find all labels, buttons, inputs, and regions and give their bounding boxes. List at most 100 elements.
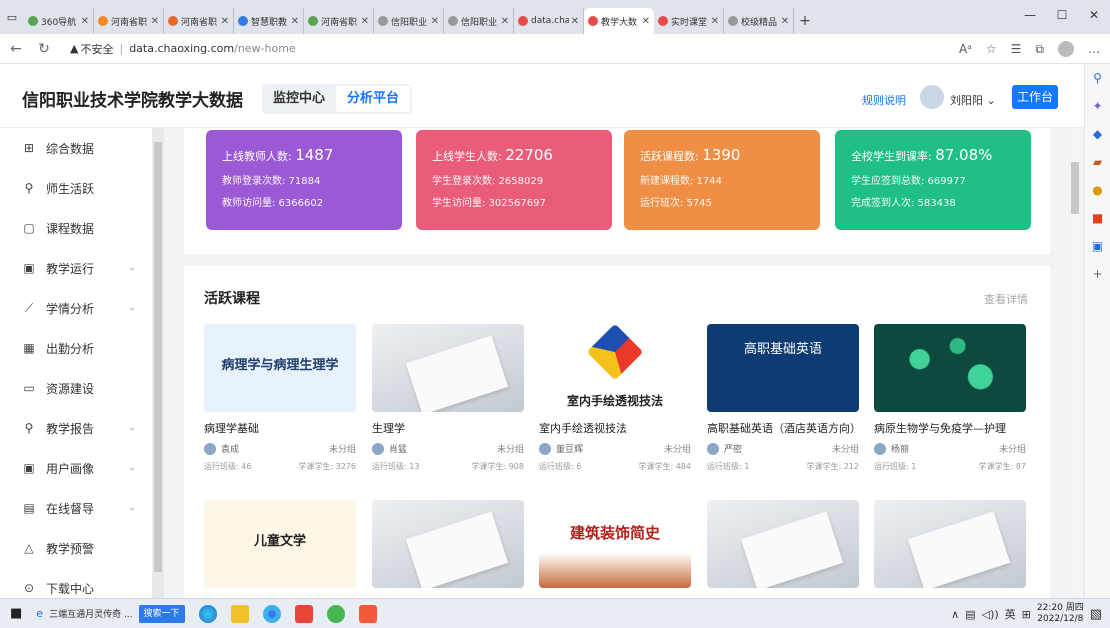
clock[interactable]: 22:20 周四 2022/12/8 bbox=[1037, 603, 1084, 625]
main-scroll-thumb[interactable] bbox=[1071, 162, 1079, 214]
tab-close-icon[interactable]: ✕ bbox=[431, 16, 439, 27]
file-explorer-icon[interactable] bbox=[230, 604, 249, 623]
tab-close-icon[interactable]: ✕ bbox=[501, 16, 509, 27]
sidebar-item[interactable]: ▦ 出勤分析 bbox=[0, 328, 152, 368]
search-icon[interactable]: ⚲ bbox=[1085, 64, 1110, 92]
course-card[interactable]: 室内手绘透视技法 室内手绘透视技法 董豆辉 未分组 运行班级: 6 学课学生: 484 bbox=[539, 324, 691, 472]
window-menu-icon[interactable]: ▭ bbox=[0, 0, 24, 34]
search-button[interactable]: 搜索一下 bbox=[138, 604, 185, 623]
favorite-icon[interactable]: ☆ bbox=[986, 42, 997, 56]
course-thumbnail[interactable] bbox=[874, 324, 1026, 412]
course-card[interactable] bbox=[707, 500, 859, 588]
tab-close-icon[interactable]: ✕ bbox=[81, 16, 89, 27]
app-icon[interactable] bbox=[358, 604, 377, 623]
tab-close-icon[interactable]: ✕ bbox=[642, 16, 650, 27]
user-menu[interactable]: 刘阳阳 ⌄ bbox=[950, 92, 996, 108]
volume-icon[interactable]: ◁)) bbox=[982, 608, 999, 621]
network-icon[interactable]: ▤ bbox=[965, 608, 975, 621]
keyboard-icon[interactable]: ⊞ bbox=[1022, 608, 1031, 621]
course-thumbnail[interactable]: 儿童文学 bbox=[204, 500, 356, 588]
sidebar-scroll-thumb[interactable] bbox=[154, 142, 162, 572]
sidebar-scrollbar[interactable] bbox=[152, 128, 164, 598]
workbench-button[interactable]: 工作台 bbox=[1012, 85, 1058, 109]
course-card[interactable]: 建筑装饰简史 bbox=[539, 500, 691, 588]
tab-close-icon[interactable]: ✕ bbox=[291, 16, 299, 27]
course-thumbnail[interactable] bbox=[372, 324, 524, 412]
edge-icon[interactable] bbox=[198, 604, 217, 623]
browser-tab[interactable]: 信阳职业 ✕ bbox=[374, 8, 444, 34]
course-thumbnail[interactable]: 病理学与病理生理学 bbox=[204, 324, 356, 412]
course-name[interactable]: 室内手绘透视技法 bbox=[539, 420, 691, 436]
notification-icon[interactable]: ▧ bbox=[1090, 607, 1102, 622]
sidebar-item[interactable]: △ 教学预警 bbox=[0, 528, 152, 568]
browser-tab[interactable]: 河南省职 ✕ bbox=[304, 8, 374, 34]
course-card[interactable]: 病原生物学与免疫学—护理 杨丽 未分组 运行班级: 1 学课学生: 87 bbox=[874, 324, 1026, 472]
taskbar-window-label[interactable]: 三端互通月灵传奇 ... bbox=[49, 603, 132, 625]
refresh-icon[interactable]: ↻ bbox=[32, 37, 56, 61]
view-details-link[interactable]: 查看详情 bbox=[984, 291, 1028, 307]
browser-tab[interactable]: 实时课堂 ✕ bbox=[654, 8, 724, 34]
course-card[interactable]: 儿童文学 bbox=[204, 500, 356, 588]
main-scrollbar[interactable] bbox=[1068, 128, 1082, 598]
course-name[interactable]: 病理学基础 bbox=[204, 420, 356, 436]
office-icon[interactable]: ■ bbox=[1085, 204, 1110, 232]
back-icon[interactable]: ← bbox=[4, 37, 28, 61]
tab-analysis-platform[interactable]: 分析平台 bbox=[336, 86, 410, 112]
course-thumbnail[interactable] bbox=[372, 500, 524, 588]
minimize-button[interactable]: — bbox=[1014, 0, 1046, 30]
rules-link[interactable]: 规则说明 bbox=[862, 92, 906, 108]
outlook-icon[interactable]: ▣ bbox=[1085, 232, 1110, 260]
course-name[interactable]: 生理学 bbox=[372, 420, 524, 436]
warning-icon[interactable]: ▲ bbox=[70, 42, 78, 55]
course-thumbnail[interactable] bbox=[707, 500, 859, 588]
read-aloud-icon[interactable]: Aᵃ bbox=[959, 42, 972, 56]
sidebar-item[interactable]: ▣ 教学运行 ⌄ bbox=[0, 248, 152, 288]
sidebar-item[interactable]: ⊙ 下载中心 bbox=[0, 568, 152, 598]
new-tab-button[interactable]: + bbox=[794, 8, 816, 34]
language-indicator[interactable]: 英 bbox=[1005, 606, 1016, 622]
tab-close-icon[interactable]: ✕ bbox=[711, 16, 719, 27]
ie-icon[interactable]: e bbox=[36, 603, 43, 625]
sidebar-item[interactable]: ⚲ 教学报告 ⌄ bbox=[0, 408, 152, 448]
browser-tab[interactable]: 360导航 ✕ bbox=[24, 8, 94, 34]
course-name[interactable]: 病原生物学与免疫学—护理 bbox=[874, 420, 1026, 436]
course-thumbnail[interactable] bbox=[874, 500, 1026, 588]
course-thumbnail[interactable]: 室内手绘透视技法 bbox=[539, 324, 691, 412]
tab-monitor-center[interactable]: 监控中心 bbox=[262, 86, 336, 112]
copilot-icon[interactable]: ✦ bbox=[1085, 92, 1110, 120]
course-thumbnail[interactable]: 建筑装饰简史 bbox=[539, 500, 691, 588]
tools-icon[interactable]: ▰ bbox=[1085, 148, 1110, 176]
wechat-icon[interactable] bbox=[326, 604, 345, 623]
close-button[interactable]: ✕ bbox=[1078, 0, 1110, 30]
course-card[interactable]: 生理学 肖猛 未分组 运行班级: 13 学课学生: 908 bbox=[372, 324, 524, 472]
wps-icon[interactable] bbox=[294, 604, 313, 623]
sidebar-item[interactable]: ▤ 在线督导 ⌄ bbox=[0, 488, 152, 528]
course-card[interactable]: 高职基础英语 高职基础英语（酒店英语方向） 严密 未分组 运行班级: 1 学课学生: 21… bbox=[707, 324, 859, 472]
tab-close-icon[interactable]: ✕ bbox=[221, 16, 229, 27]
maximize-button[interactable]: ☐ bbox=[1046, 0, 1078, 30]
games-icon[interactable]: ● bbox=[1085, 176, 1110, 204]
course-thumbnail[interactable]: 高职基础英语 bbox=[707, 324, 859, 412]
windows-start-icon[interactable]: ■ bbox=[10, 603, 22, 625]
browser-tab[interactable]: 信阳职业 ✕ bbox=[444, 8, 514, 34]
security-label[interactable]: 不安全 bbox=[80, 41, 113, 57]
collections-icon[interactable]: ⧉ bbox=[1035, 42, 1044, 57]
chrome-icon[interactable] bbox=[262, 604, 281, 623]
more-icon[interactable]: … bbox=[1088, 42, 1100, 56]
browser-tab[interactable]: 河南省职 ✕ bbox=[94, 8, 164, 34]
course-card[interactable] bbox=[874, 500, 1026, 588]
tab-close-icon[interactable]: ✕ bbox=[781, 16, 789, 27]
user-avatar[interactable] bbox=[920, 85, 944, 109]
sidebar-item[interactable]: ▣ 用户画像 ⌄ bbox=[0, 448, 152, 488]
browser-tab[interactable]: data.chao✕ bbox=[514, 8, 584, 34]
favorites-list-icon[interactable]: ☰ bbox=[1011, 42, 1022, 56]
tab-close-icon[interactable]: ✕ bbox=[571, 16, 579, 27]
chevron-up-icon[interactable]: ∧ bbox=[951, 608, 959, 621]
sidebar-item[interactable]: ⊞ 综合数据 bbox=[0, 128, 152, 168]
browser-tab[interactable]: 智慧职教 ✕ bbox=[234, 8, 304, 34]
browser-tab[interactable]: 河南省职 ✕ bbox=[164, 8, 234, 34]
sidebar-item[interactable]: ⚲ 师生活跃 bbox=[0, 168, 152, 208]
course-name[interactable]: 高职基础英语（酒店英语方向） bbox=[707, 420, 859, 436]
browser-tab[interactable]: 教学大数 ✕ bbox=[584, 8, 654, 34]
url-field[interactable]: data.chaoxing.com/new-home bbox=[129, 42, 296, 55]
